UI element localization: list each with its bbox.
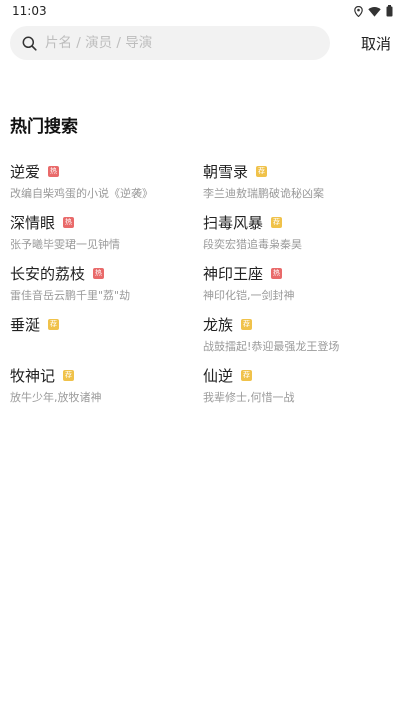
hot-item[interactable]: 深情眼 热 张予曦毕雯珺一见钟情 — [10, 211, 203, 262]
hot-item-title: 长安的荔枝 — [10, 264, 86, 283]
hot-item[interactable]: 朝雪录 荐 李兰迪敖瑞鹏破诡秘凶案 — [203, 160, 395, 211]
hot-item-title: 龙族 — [203, 315, 234, 334]
hot-item[interactable]: 垂涎 荐 — [10, 313, 203, 364]
hot-item-title: 逆爱 — [10, 162, 41, 181]
hot-tag: 热 — [63, 216, 75, 228]
cancel-button[interactable]: 取消 — [357, 33, 395, 54]
hot-item-desc: 雷佳音岳云鹏千里"荔"劫 — [10, 289, 131, 302]
hot-item-title: 牧神记 — [10, 366, 56, 385]
hot-item-desc: 改编自柴鸡蛋的小说《逆袭》 — [10, 187, 153, 200]
location-icon — [354, 5, 363, 17]
recommend-tag: 荐 — [63, 369, 75, 381]
recommend-tag: 荐 — [241, 369, 253, 381]
status-icons — [354, 5, 393, 17]
hot-item-desc: 我辈修士,何惜一战 — [203, 391, 295, 404]
search-icon — [22, 36, 37, 51]
recommend-tag: 荐 — [271, 216, 283, 228]
hot-item[interactable]: 龙族 荐 战鼓擂起!恭迎最强龙王登场 — [203, 313, 395, 364]
hot-item[interactable]: 扫毒风暴 荐 段奕宏猎追毒枭秦昊 — [203, 211, 395, 262]
hot-item[interactable]: 神印王座 热 神印化铠,一剑封神 — [203, 262, 395, 313]
hot-item[interactable]: 长安的荔枝 热 雷佳音岳云鹏千里"荔"劫 — [10, 262, 203, 313]
search-box[interactable] — [10, 26, 330, 60]
hot-item[interactable]: 逆爱 热 改编自柴鸡蛋的小说《逆袭》 — [10, 160, 203, 211]
hot-item-desc: 放牛少年,放牧诸神 — [10, 391, 102, 404]
search-input[interactable] — [45, 28, 305, 58]
hot-item-desc: 战鼓擂起!恭迎最强龙王登场 — [203, 340, 340, 353]
hot-item-title: 深情眼 — [10, 213, 56, 232]
hot-tag: 热 — [271, 267, 283, 279]
section-title: 热门搜索 — [10, 117, 78, 137]
hot-item-desc: 李兰迪敖瑞鹏破诡秘凶案 — [203, 187, 324, 200]
wifi-icon — [368, 6, 381, 17]
hot-item-title: 仙逆 — [203, 366, 234, 385]
hot-search-list: 逆爱 热 改编自柴鸡蛋的小说《逆袭》 朝雪录 荐 李兰迪敖瑞鹏破诡秘凶案 深情眼… — [10, 160, 395, 415]
recommend-tag: 荐 — [256, 165, 268, 177]
hot-tag: 热 — [93, 267, 105, 279]
recommend-tag: 荐 — [241, 318, 253, 330]
status-bar: 11:03 — [0, 0, 405, 22]
battery-icon — [386, 5, 393, 17]
hot-item-desc: 张予曦毕雯珺一见钟情 — [10, 238, 120, 251]
hot-item-title: 朝雪录 — [203, 162, 249, 181]
hot-item-title: 扫毒风暴 — [203, 213, 264, 232]
hot-item-title: 神印王座 — [203, 264, 264, 283]
hot-item[interactable]: 牧神记 荐 放牛少年,放牧诸神 — [10, 364, 203, 415]
hot-item-desc: 段奕宏猎追毒枭秦昊 — [203, 238, 302, 251]
hot-tag: 热 — [48, 165, 60, 177]
hot-item[interactable]: 仙逆 荐 我辈修士,何惜一战 — [203, 364, 395, 415]
hot-item-desc: 神印化铠,一剑封神 — [203, 289, 295, 302]
search-row: 取消 — [10, 26, 395, 60]
status-time: 11:03 — [12, 4, 47, 18]
recommend-tag: 荐 — [48, 318, 60, 330]
hot-item-title: 垂涎 — [10, 315, 41, 334]
